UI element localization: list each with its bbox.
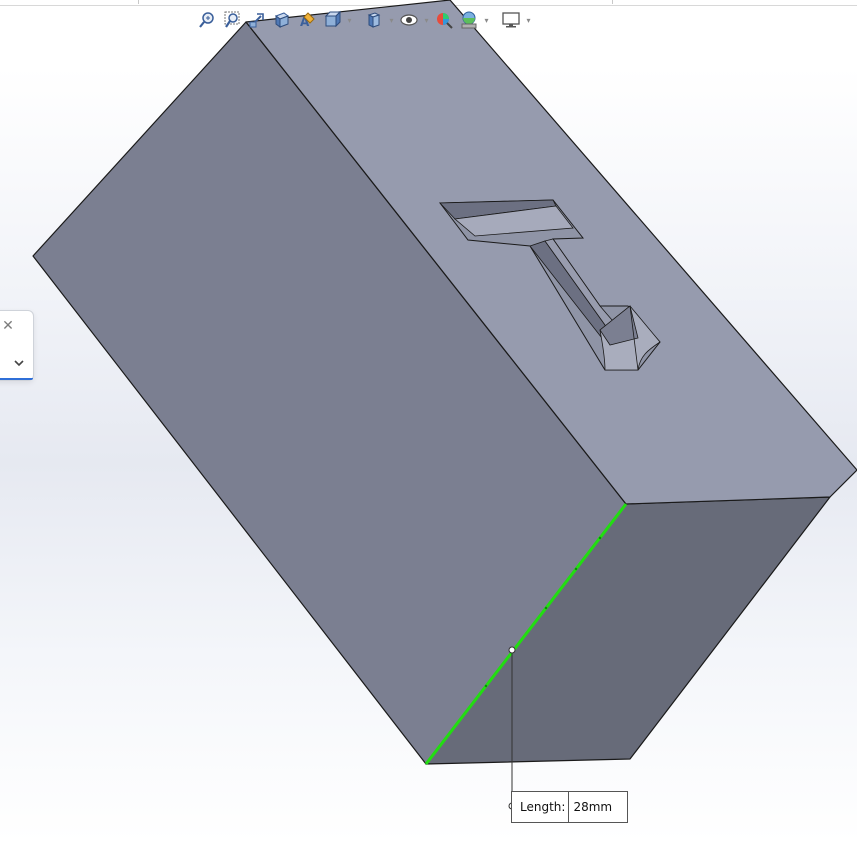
model-view[interactable] — [0, 0, 857, 842]
display-style-dropdown[interactable]: ▾ — [388, 9, 395, 31]
close-icon[interactable]: ✕ — [1, 319, 15, 333]
view-settings-icon[interactable] — [500, 9, 522, 31]
view-settings-dropdown[interactable]: ▾ — [525, 9, 532, 31]
edit-appearance-icon[interactable] — [433, 9, 455, 31]
previous-view-icon[interactable] — [246, 9, 268, 31]
length-value[interactable]: 28mm — [569, 792, 627, 822]
leader-anchor — [508, 646, 516, 654]
hide-show-items-dropdown[interactable]: ▾ — [423, 9, 430, 31]
collapsed-flyout-panel: ✕ — [0, 310, 34, 381]
heads-up-view-toolbar: A ▾ ▾ ▾ ▾ ▾ — [196, 8, 532, 32]
apply-scene-icon[interactable] — [458, 9, 480, 31]
apply-scene-dropdown[interactable]: ▾ — [483, 9, 490, 31]
hide-show-items-icon[interactable] — [398, 9, 420, 31]
chevron-down-icon[interactable] — [12, 355, 26, 369]
zoom-to-fit-icon[interactable] — [196, 9, 218, 31]
view-orientation-dropdown[interactable]: ▾ — [346, 9, 353, 31]
dynamic-annotation-views-icon[interactable]: A — [296, 9, 318, 31]
section-view-icon[interactable] — [271, 9, 293, 31]
length-label: Length: — [512, 792, 570, 822]
graphics-area[interactable]: A ▾ ▾ ▾ ▾ ▾ ✕ Length: 28mm — [0, 0, 857, 842]
flyout-accent-line — [0, 378, 33, 380]
zoom-to-area-icon[interactable] — [221, 9, 243, 31]
display-style-icon[interactable] — [363, 9, 385, 31]
view-orientation-icon[interactable] — [321, 9, 343, 31]
length-callout[interactable]: Length: 28mm — [511, 791, 629, 823]
